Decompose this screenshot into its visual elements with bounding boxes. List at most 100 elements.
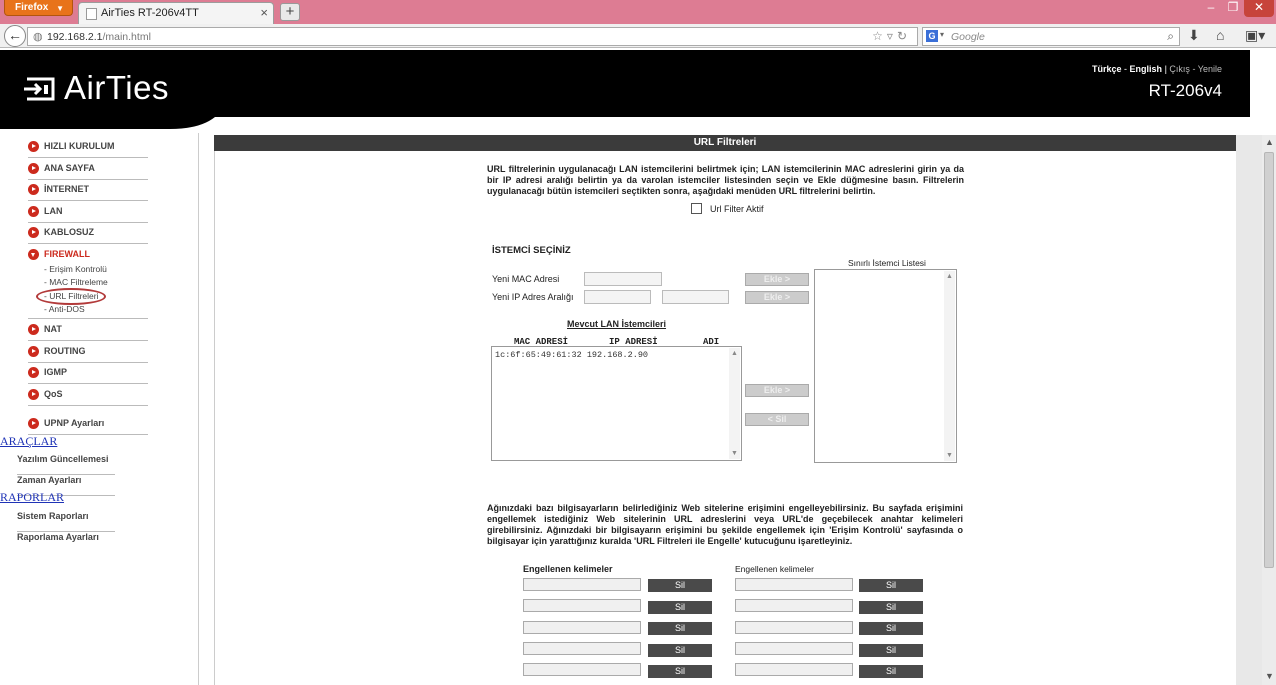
url-filter-active-checkbox[interactable] xyxy=(691,203,702,214)
lan-list-scrollbar[interactable]: ▲ ▼ xyxy=(729,348,740,459)
logout-link[interactable]: Çıkış xyxy=(1169,64,1190,74)
menu-item-label: KABLOSUZ xyxy=(44,227,94,237)
arrow-right-icon xyxy=(28,324,39,335)
blocked-word-input[interactable] xyxy=(735,663,853,676)
lang-english-link[interactable]: English xyxy=(1130,64,1163,74)
scroll-up-icon[interactable]: ▲ xyxy=(1265,137,1274,147)
current-lan-list[interactable]: ▲ ▼ xyxy=(491,346,742,461)
delete-button[interactable]: Sil xyxy=(859,622,923,635)
left-menu: HIZLI KURULUM ANA SAYFA İNTERNET LAN KAB… xyxy=(0,130,200,685)
close-tab-icon[interactable]: × xyxy=(260,5,268,20)
reports-item-sistem[interactable]: Sistem Raporları xyxy=(17,511,115,532)
google-icon[interactable]: G xyxy=(926,30,938,42)
blocked-word-input[interactable] xyxy=(523,663,641,676)
remove-client-button[interactable]: < Sil xyxy=(745,413,809,426)
lan-client-row[interactable]: 1c:6f:65:49:61:32 192.168.2.90 xyxy=(495,350,648,360)
delete-button[interactable]: Sil xyxy=(859,601,923,614)
address-bar[interactable]: ◍ 192.168.2.1/main.html ☆▿↻ xyxy=(27,27,918,46)
delete-button[interactable]: Sil xyxy=(648,622,712,635)
arrow-right-icon xyxy=(28,184,39,195)
bookmark-star-icon[interactable]: ☆▿↻ xyxy=(872,29,911,43)
delete-button[interactable]: Sil xyxy=(648,601,712,614)
delete-button[interactable]: Sil xyxy=(648,579,712,592)
scroll-down-icon[interactable]: ▼ xyxy=(946,452,953,459)
links-dash: - xyxy=(1192,64,1196,74)
ip-range-start-input[interactable] xyxy=(584,290,651,304)
device-model: RT-206v4 xyxy=(1148,81,1222,100)
menu-item-hizli-kurulum[interactable]: HIZLI KURULUM xyxy=(28,138,148,158)
ip-range-end-input[interactable] xyxy=(662,290,729,304)
downloads-icon[interactable]: ⬇ xyxy=(1188,27,1200,44)
home-icon[interactable]: ⌂ xyxy=(1216,27,1224,43)
menu-item-firewall[interactable]: FIREWALL xyxy=(28,246,148,266)
restricted-client-list[interactable]: ▲ ▼ xyxy=(814,269,957,463)
menu-icon[interactable]: ▣▾ xyxy=(1245,27,1265,44)
blocked-word-input[interactable] xyxy=(523,599,641,612)
menu-item-qos[interactable]: QoS xyxy=(28,386,148,406)
blocked-word-input[interactable] xyxy=(735,578,853,591)
menu-item-upnp[interactable]: UPNP Ayarları xyxy=(28,415,148,435)
section-reports-link[interactable]: RAPORLAR xyxy=(0,490,64,505)
restricted-list-scrollbar[interactable]: ▲ ▼ xyxy=(944,271,955,461)
menu-divider-line xyxy=(198,133,199,685)
menu-item-label: FIREWALL xyxy=(44,249,90,259)
menu-item-routing[interactable]: ROUTING xyxy=(28,343,148,363)
refresh-link[interactable]: Yenile xyxy=(1198,64,1222,74)
minimize-window-button[interactable]: – xyxy=(1200,0,1222,17)
scroll-down-icon[interactable]: ▼ xyxy=(731,450,738,457)
new-tab-button[interactable]: + xyxy=(280,3,300,21)
scroll-up-icon[interactable]: ▲ xyxy=(946,273,953,280)
delete-button[interactable]: Sil xyxy=(859,665,923,678)
close-window-button[interactable]: ✕ xyxy=(1244,0,1274,17)
menu-item-kablosuz[interactable]: KABLOSUZ xyxy=(28,224,148,244)
firefox-menu-button[interactable]: Firefox ▼ xyxy=(4,0,73,16)
arrow-right-icon xyxy=(28,163,39,174)
menu-item-label: NAT xyxy=(44,324,62,334)
main-right-margin xyxy=(1236,135,1262,685)
submenu-anti-dos[interactable]: - Anti-DOS xyxy=(44,304,85,314)
submenu-erisim-kontrolu[interactable]: - Erişim Kontrolü xyxy=(44,264,107,274)
menu-item-lan[interactable]: LAN xyxy=(28,203,148,223)
maximize-window-button[interactable]: ❐ xyxy=(1222,0,1244,17)
blocked-word-input[interactable] xyxy=(735,621,853,634)
blocked-word-input[interactable] xyxy=(523,642,641,655)
back-button[interactable]: ← xyxy=(4,25,26,47)
delete-button[interactable]: Sil xyxy=(648,665,712,678)
search-engine-dropdown-icon[interactable]: ▾ xyxy=(940,30,944,39)
menu-item-igmp[interactable]: IGMP xyxy=(28,364,148,384)
arrow-right-icon xyxy=(28,227,39,238)
reports-item-raporlama[interactable]: Raporlama Ayarları xyxy=(17,532,115,553)
menu-item-nat[interactable]: NAT xyxy=(28,321,148,341)
search-icon[interactable]: ⌕ xyxy=(1167,29,1174,44)
arrow-down-icon xyxy=(28,249,39,260)
menu-item-ana-sayfa[interactable]: ANA SAYFA xyxy=(28,160,148,180)
scroll-down-icon[interactable]: ▼ xyxy=(1265,671,1274,681)
search-bar[interactable]: G ▾ Google ⌕ xyxy=(922,27,1180,46)
browser-tab[interactable]: AirTies RT-206v4TT × xyxy=(78,2,274,24)
blocked-word-input[interactable] xyxy=(523,578,641,591)
menu-item-label: IGMP xyxy=(44,367,68,377)
blocked-word-input[interactable] xyxy=(735,599,853,612)
chevron-down-icon: ▼ xyxy=(56,4,64,13)
blocked-word-input[interactable] xyxy=(523,621,641,634)
submenu-mac-filtreleme[interactable]: - MAC Filtreleme xyxy=(44,277,108,287)
delete-button[interactable]: Sil xyxy=(648,644,712,657)
add-ip-button[interactable]: Ekle > xyxy=(745,291,809,304)
add-mac-button[interactable]: Ekle > xyxy=(745,273,809,286)
tools-item-yazilim[interactable]: Yazılım Güncellemesi xyxy=(17,454,115,475)
menu-divider xyxy=(28,318,148,319)
menu-item-internet[interactable]: İNTERNET xyxy=(28,181,148,201)
blocked-word-input[interactable] xyxy=(735,642,853,655)
delete-button[interactable]: Sil xyxy=(859,579,923,592)
add-selected-client-button[interactable]: Ekle > xyxy=(745,384,809,397)
page-scrollbar-thumb[interactable] xyxy=(1264,152,1274,568)
lang-turkish-link[interactable]: Türkçe xyxy=(1092,64,1122,74)
new-mac-input[interactable] xyxy=(584,272,662,286)
lan-client-mac: 1c:6f:65:49:61:32 xyxy=(495,350,582,360)
section-tools-link[interactable]: ARAÇLAR xyxy=(0,434,57,449)
menu-item-label: LAN xyxy=(44,206,63,216)
scroll-up-icon[interactable]: ▲ xyxy=(731,350,738,357)
delete-button[interactable]: Sil xyxy=(859,644,923,657)
url-host: 192.168.2.1 xyxy=(47,31,103,43)
blocked-words-header-left: Engellenen kelimeler xyxy=(523,564,613,574)
